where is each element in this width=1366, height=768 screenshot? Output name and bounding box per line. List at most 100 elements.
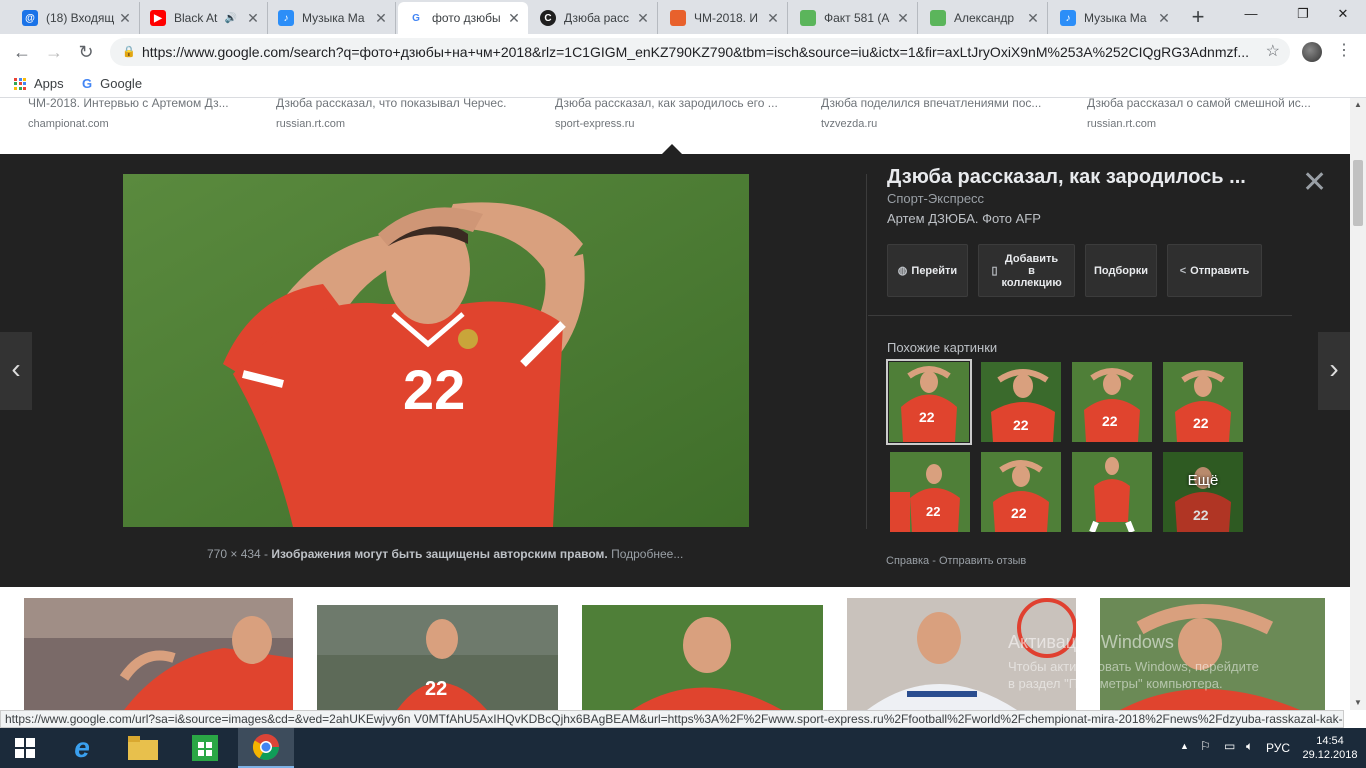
bookmark-apps[interactable]: Apps <box>14 76 64 91</box>
similar-image-thumb[interactable]: 22 <box>981 452 1061 532</box>
thumb-photo: 22 <box>889 362 969 442</box>
green-doc-icon <box>800 10 816 26</box>
youtube-icon: ▶ <box>150 10 166 26</box>
back-button[interactable]: ← <box>10 40 34 64</box>
close-icon[interactable]: ✕ <box>243 10 263 27</box>
visit-button[interactable]: ◍ Перейти <box>887 244 968 297</box>
result-item[interactable]: ЧМ-2018. Интервью с Артемом Дз... champi… <box>28 98 258 130</box>
reload-button[interactable]: ↻ <box>74 40 98 64</box>
save-to-collection-button[interactable]: ▯ Добавить в коллекцию <box>978 244 1075 297</box>
similar-image-more[interactable]: 22 Ещё <box>1163 452 1243 532</box>
similar-image-thumb[interactable]: 22 <box>981 362 1061 442</box>
tab-championat[interactable]: ЧМ-2018. И ✕ <box>660 2 788 34</box>
profile-avatar[interactable] <box>1302 42 1322 62</box>
svg-text:22: 22 <box>1102 413 1118 429</box>
start-button[interactable] <box>0 728 50 768</box>
close-icon[interactable]: ✕ <box>115 10 135 27</box>
scroll-up-icon[interactable]: ▲ <box>1350 100 1366 109</box>
prev-image-button[interactable]: ‹ <box>0 332 32 410</box>
new-tab-button[interactable]: + <box>1186 6 1210 30</box>
feedback-link[interactable]: Отправить отзыв <box>939 555 1026 567</box>
close-icon[interactable]: ✕ <box>1023 10 1043 27</box>
bookmarks-bar: Apps G Google <box>0 70 1366 98</box>
more-info-link[interactable]: Подробнее... <box>611 547 683 561</box>
image-info: 770 × 434 - Изображения могут быть защищ… <box>207 547 684 561</box>
file-explorer-icon[interactable] <box>115 728 171 768</box>
tab-music[interactable]: ♪ Музыка Ма ✕ <box>268 2 396 34</box>
audio-icon[interactable]: 🔊 <box>225 13 237 24</box>
result-item[interactable]: Дзюба рассказал, как зародилось его ... … <box>555 98 785 130</box>
panel-title[interactable]: Дзюба рассказал, как зародилось ... <box>887 166 1246 189</box>
share-button[interactable]: < Отправить <box>1167 244 1262 297</box>
store-icon[interactable] <box>177 728 233 768</box>
help-link[interactable]: Справка <box>886 555 929 567</box>
result-image[interactable] <box>1100 598 1325 710</box>
close-icon[interactable]: ✕ <box>893 10 913 27</box>
close-icon[interactable]: ✕ <box>763 10 783 27</box>
championat-icon <box>670 10 686 26</box>
svg-text:22: 22 <box>425 678 447 700</box>
windows-taskbar: e ▲ ⚐ ▭ 🔈︎ РУС 14:54 29.12.2018 <box>0 728 1366 768</box>
panel-divider <box>866 174 867 529</box>
result-item[interactable]: Дзюба рассказал о самой смешной ис... ru… <box>1087 98 1317 130</box>
bookmark-google[interactable]: G Google <box>82 76 142 91</box>
result-item[interactable]: Дзюба поделился впечатлениями пос... tvz… <box>821 98 1051 130</box>
result-image[interactable] <box>582 605 823 710</box>
scroll-down-icon[interactable]: ▼ <box>1350 698 1366 707</box>
internet-explorer-icon[interactable]: e <box>54 728 110 768</box>
similar-image-thumb[interactable]: 22 <box>886 359 972 445</box>
panel-source: Спорт-Экспресс <box>887 191 985 206</box>
result-item[interactable]: Дзюба рассказал, что показывал Черчес...… <box>276 98 506 130</box>
close-panel-icon[interactable]: ✕ <box>1302 168 1327 198</box>
volume-icon[interactable]: 🔈︎ <box>1246 739 1253 754</box>
similar-image-thumb[interactable] <box>1072 452 1152 532</box>
svg-text:22: 22 <box>1011 505 1027 521</box>
tab-music-2[interactable]: ♪ Музыка Ма ✕ <box>1050 2 1178 34</box>
bookmark-star-icon[interactable]: ☆ <box>1266 38 1280 66</box>
panel-description: Артем ДЗЮБА. Фото AFP <box>887 211 1041 226</box>
result-photo <box>24 598 293 710</box>
close-icon[interactable]: ✕ <box>633 10 653 27</box>
tab-google-images[interactable]: G фото дзюбы ✕ <box>398 2 528 34</box>
tray-expand-icon[interactable]: ▲ <box>1180 741 1189 751</box>
close-icon[interactable]: ✕ <box>371 10 391 27</box>
scroll-thumb[interactable] <box>1353 160 1363 226</box>
tab-sport-express[interactable]: C Дзюба расс ✕ <box>530 2 658 34</box>
similar-image-thumb[interactable]: 22 <box>1072 362 1152 442</box>
chrome-taskbar-icon[interactable] <box>238 728 294 768</box>
close-icon[interactable]: ✕ <box>504 10 524 27</box>
forward-button[interactable]: → <box>42 40 66 64</box>
tab-fact[interactable]: Факт 581 (А ✕ <box>790 2 918 34</box>
tab-alexandr[interactable]: Александр ✕ <box>920 2 1048 34</box>
action-center-icon[interactable]: ⚐ <box>1200 739 1211 753</box>
minimize-button[interactable]: — <box>1228 0 1274 30</box>
result-image[interactable]: 22 <box>317 605 558 710</box>
status-bar: https://www.google.com/url?sa=i&source=i… <box>0 710 1344 728</box>
address-bar[interactable]: 🔒 https://www.google.com/search?q=фото+д… <box>110 38 1290 66</box>
clock[interactable]: 14:54 29.12.2018 <box>1300 734 1360 762</box>
network-icon[interactable]: ▭ <box>1224 739 1235 753</box>
result-image[interactable] <box>847 598 1076 710</box>
tab-youtube[interactable]: ▶ Black At 🔊 ✕ <box>140 2 268 34</box>
similar-image-thumb[interactable]: 22 <box>1163 362 1243 442</box>
preview-image[interactable]: 22 <box>123 174 749 527</box>
next-image-button[interactable]: › <box>1318 332 1350 410</box>
tab-mail[interactable]: @ (18) Входящ ✕ <box>12 2 140 34</box>
svg-text:22: 22 <box>926 504 940 519</box>
page-scrollbar[interactable]: ▲ ▼ <box>1350 98 1366 710</box>
image-preview-panel: ‹ › 22 770 × 434 - Изображения могут быт… <box>0 154 1350 587</box>
jersey-number: 22 <box>403 358 465 421</box>
language-indicator[interactable]: РУС <box>1266 741 1290 755</box>
result-photo <box>1100 598 1325 710</box>
share-icon: < <box>1179 264 1187 277</box>
close-icon[interactable]: ✕ <box>1154 10 1174 27</box>
similar-image-thumb[interactable]: 22 <box>890 452 970 532</box>
thumb-photo: 22 <box>1163 452 1243 532</box>
menu-dots-icon[interactable]: ⋮ <box>1336 40 1352 60</box>
window-close-button[interactable]: ✕ <box>1320 0 1366 30</box>
google-icon: G <box>82 76 93 91</box>
result-image[interactable] <box>24 598 293 710</box>
result-photo <box>582 605 823 710</box>
collections-button[interactable]: Подборки <box>1085 244 1157 297</box>
result-photo: 22 <box>317 605 558 710</box>
